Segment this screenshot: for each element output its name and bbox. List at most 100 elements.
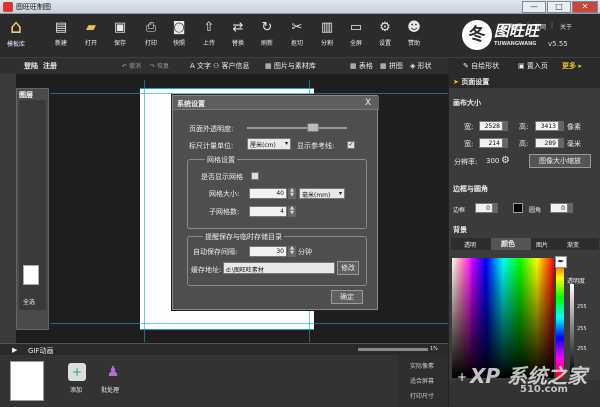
collage-tool[interactable]: ▦ 拼图 (380, 61, 403, 71)
radius-stepper[interactable] (568, 203, 573, 213)
gear-icon[interactable]: ⚙ (501, 155, 510, 166)
toolbar-donate[interactable]: ☻ 赞助 (401, 16, 427, 47)
shape-tool[interactable]: ◈ 形状 (410, 61, 432, 71)
toolbar-replace[interactable]: ⇄ 替换 (225, 16, 251, 47)
canvas-size-title: 画布大小 (453, 99, 481, 107)
show-guides-checkbox[interactable]: ✓ (347, 141, 355, 149)
select-all-button[interactable]: 全选 (23, 297, 35, 306)
undo-button[interactable]: ↶ 撤消 (122, 61, 141, 70)
scale-image-button[interactable]: 图像大小缩放 (529, 154, 591, 168)
eyedropper-icon[interactable]: ✒ (555, 256, 567, 268)
transparency-slider-track[interactable] (247, 127, 347, 129)
autosave-group-title: 提醒保存与临时存储目录 (203, 232, 284, 242)
width-mm-stepper[interactable] (503, 138, 508, 148)
freehand-shape-tool[interactable]: ✎ 自绘形状 (463, 61, 499, 71)
open-folder-icon: ▰ (86, 20, 96, 35)
radius-input[interactable]: 0 (550, 203, 568, 213)
border-stepper[interactable] (493, 203, 498, 213)
toolbar-refresh[interactable]: ↻ 刷新 (254, 16, 280, 47)
zoom-slider[interactable] (358, 348, 428, 351)
grid-unit-select[interactable]: 毫米(mm) ▾ (299, 188, 345, 199)
toolbar-print[interactable]: ⎙ 打印 (138, 16, 164, 47)
tab-transparent[interactable]: 透明 (464, 240, 476, 249)
tab-color[interactable]: 颜色 (501, 239, 515, 249)
border-color-swatch[interactable] (513, 203, 523, 213)
gif-frame-thumbnail[interactable] (10, 361, 44, 401)
about-link[interactable]: 关于 (560, 22, 572, 31)
page-settings-panel: ➤ 页面设置 画布大小 宽: 2528 高: 3413 像素 宽: 214 高:… (448, 74, 600, 407)
tool-label: 客户信息 (221, 62, 250, 70)
toolbar-split[interactable]: ▥ 分割 (314, 16, 340, 47)
height-mm-input[interactable]: 289 (535, 138, 559, 148)
close-button[interactable]: ✕ (572, 1, 598, 13)
autosave-stepper[interactable]: ▲ ▼ (288, 246, 296, 257)
resolution-value[interactable]: 300 (486, 157, 499, 165)
fit-screen-button[interactable]: 适合屏幕 (410, 376, 434, 385)
logo-mark: 冬 (462, 20, 492, 50)
toolbar-label: 新建 (54, 40, 67, 47)
toolbar-upload[interactable]: ⇧ 上传 (196, 16, 222, 47)
tab-image[interactable]: 图片 (536, 240, 548, 249)
height-px-input[interactable]: 3413 (535, 121, 559, 131)
border-title: 边框与圆角 (453, 185, 488, 193)
redo-button[interactable]: ↷ 恢复 (150, 61, 169, 70)
toolbar-template-library[interactable]: ⌂ 模板库 (2, 16, 30, 48)
layers-title: 图层 (19, 91, 33, 99)
more-button[interactable]: 更多 ▸ (562, 61, 582, 71)
height-label-mm: 高: (519, 140, 529, 148)
transparency-slider-thumb[interactable] (307, 123, 319, 132)
width-px-stepper[interactable] (503, 121, 508, 131)
ruler-unit-select[interactable]: 厘米(cm) ▾ (247, 138, 291, 150)
login-link[interactable]: 登陆 (24, 61, 38, 71)
layer-thumbnail[interactable] (23, 265, 39, 285)
grid-size-input[interactable]: 40 (249, 188, 287, 199)
dialog-close-button[interactable]: X (365, 98, 371, 108)
width-px-input[interactable]: 2528 (479, 121, 503, 131)
batch-icon[interactable]: ♟ (104, 363, 122, 381)
print-size-button[interactable]: 打印尺寸 (410, 391, 434, 400)
autosave-interval-input[interactable]: 30 (249, 246, 287, 257)
guide-line-h (50, 93, 448, 94)
toolbar-new[interactable]: ▤ 新建 (48, 16, 74, 47)
grid-size-stepper[interactable]: ▲ ▼ (288, 188, 296, 199)
width-mm-input[interactable]: 214 (479, 138, 503, 148)
guide-line-top (140, 88, 314, 89)
alpha-value-2: 255 (577, 326, 587, 332)
unit-px-label: 像素 (567, 123, 581, 131)
toolbar-settings[interactable]: ⚙ 设置 (372, 16, 398, 47)
tab-gradient[interactable]: 渐变 (567, 240, 579, 249)
print-icon: ⎙ (145, 20, 157, 35)
toolbar-cutout[interactable]: ✂ 抠切 (284, 16, 310, 47)
redo-label: 恢复 (156, 63, 169, 70)
gif-bar: ▶ GIF动画 1% (0, 343, 448, 355)
toolbar-open[interactable]: ▰ 打开 (78, 16, 104, 47)
add-frame-icon[interactable]: + (68, 363, 86, 381)
watermark-site: 510.com (520, 384, 568, 395)
toolbar-snapshot[interactable]: ◙ 快照 (166, 16, 192, 47)
height-mm-stepper[interactable] (559, 138, 564, 148)
customer-info-tool[interactable]: ⚇ 客户信息 (213, 61, 250, 71)
ok-button[interactable]: 确定 (331, 290, 363, 304)
sub-grid-input[interactable]: 4 (249, 206, 287, 217)
modify-button[interactable]: 修改 (337, 261, 359, 275)
cache-path-input[interactable]: d:\图旺旺素材 (223, 262, 335, 274)
show-grid-checkbox[interactable] (251, 172, 259, 180)
maximize-button[interactable]: □ (547, 1, 571, 13)
sub-grid-stepper[interactable]: ▲ ▼ (288, 206, 296, 217)
text-tool[interactable]: A 文字 (190, 61, 211, 71)
actual-pixels-button[interactable]: 实际像素 (410, 361, 434, 370)
alpha-value-3: 255 (577, 346, 587, 352)
table-tool[interactable]: ▦ 表格 (350, 61, 373, 71)
minimize-button[interactable]: — (522, 1, 546, 13)
add-color-icon[interactable]: + (457, 370, 467, 384)
image-library-tool[interactable]: ▦ 图片与素材库 (265, 61, 316, 71)
toolbar-fullscreen[interactable]: ▭ 全屏 (343, 16, 369, 47)
split-icon: ▥ (320, 20, 334, 35)
height-px-stepper[interactable] (559, 121, 564, 131)
play-icon[interactable]: ▶ (12, 346, 17, 354)
insert-page-tool[interactable]: ▣ 置入页 (518, 61, 548, 71)
ruler-unit-value: 厘米(cm) (250, 142, 276, 149)
register-link[interactable]: 注册 (43, 61, 57, 71)
border-input[interactable]: 0 (475, 203, 493, 213)
toolbar-save[interactable]: ▣ 保存 (107, 16, 133, 47)
